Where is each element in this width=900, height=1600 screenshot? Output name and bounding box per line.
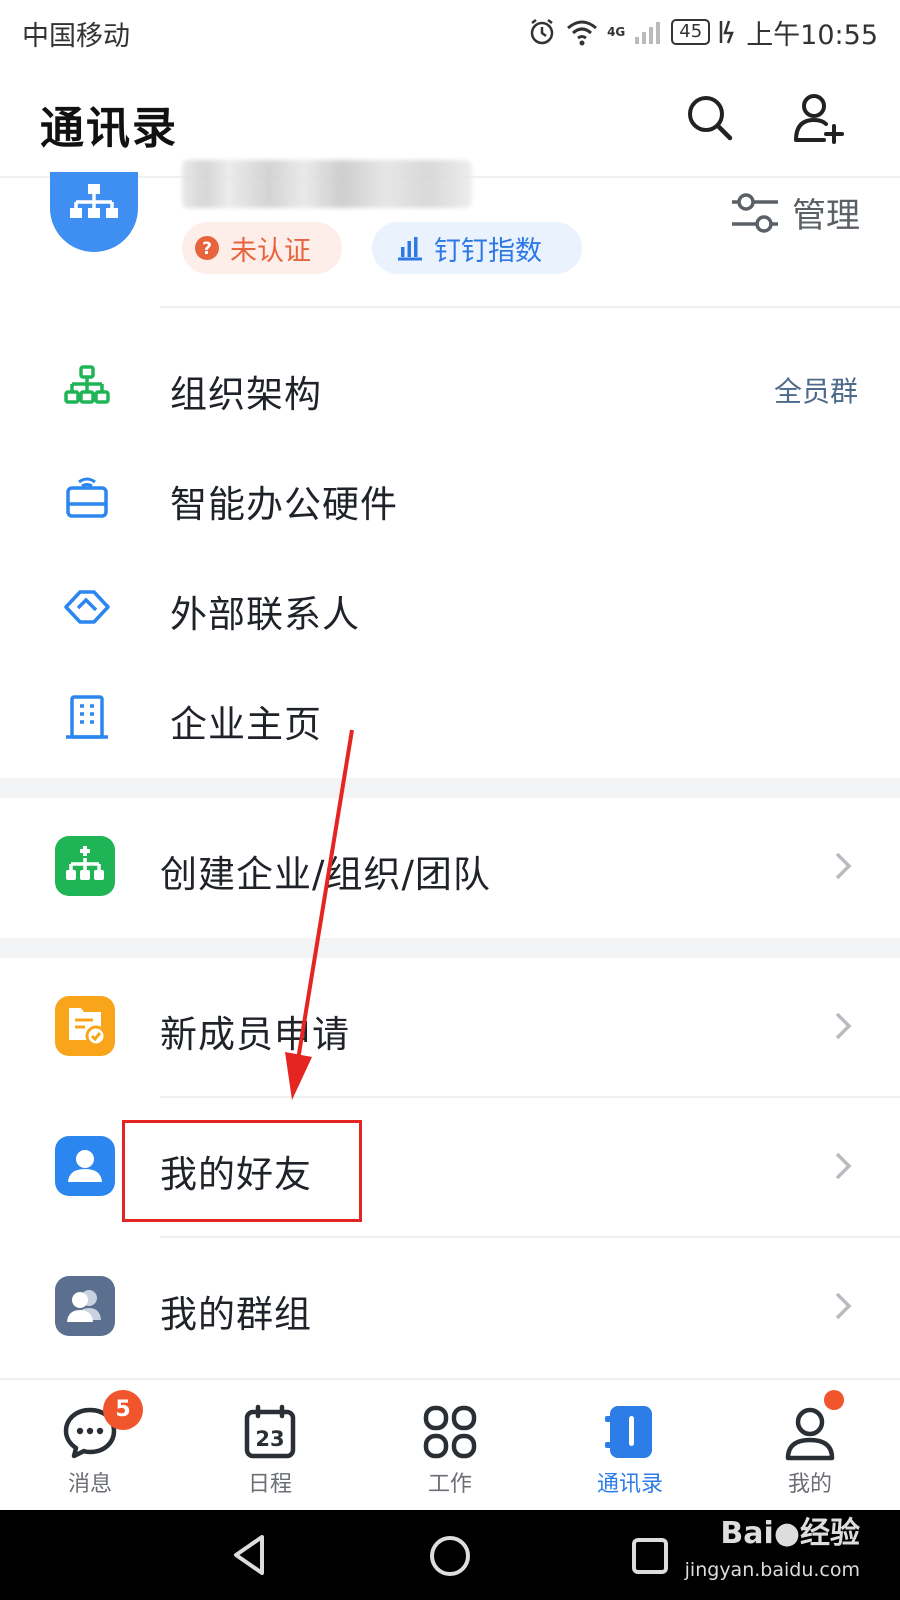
- member-apply-row[interactable]: 新成员申请: [0, 958, 900, 1096]
- recent-apps-icon[interactable]: [630, 1536, 670, 1576]
- menu-item-label: 智能办公硬件: [170, 483, 398, 526]
- building-icon: [66, 695, 108, 739]
- org-tree-icon: [64, 365, 110, 404]
- card-divider: [160, 306, 900, 308]
- tab-label: 工作: [427, 1472, 472, 1497]
- search-button[interactable]: [682, 90, 738, 146]
- friend-icon: [55, 1136, 115, 1196]
- home-icon[interactable]: [428, 1534, 472, 1578]
- group-icon: [55, 1276, 115, 1336]
- create-org-label: 创建企业/组织/团队: [160, 853, 491, 896]
- unverified-badge[interactable]: ? 未认证: [182, 222, 342, 274]
- watermark-url: jingyan.baidu.com: [684, 1559, 860, 1581]
- menu-item-smart-hardware[interactable]: 智能办公硬件: [0, 442, 900, 552]
- manage-button[interactable]: 管理: [730, 188, 860, 237]
- battery-level: 45: [671, 19, 711, 45]
- tab-messages[interactable]: 5 消息: [0, 1380, 180, 1512]
- org-hierarchy-icon: [70, 184, 118, 218]
- svg-text:?: ?: [202, 239, 212, 259]
- dingtalk-index-label: 钉钉指数: [434, 235, 542, 267]
- all-members-group-link[interactable]: 全员群: [774, 370, 858, 410]
- page-title: 通讯录: [40, 103, 178, 154]
- calendar-day: 23: [255, 1427, 284, 1451]
- add-contact-icon: [794, 94, 844, 144]
- manage-label: 管理: [792, 196, 860, 236]
- bar-chart-icon: [398, 237, 422, 261]
- chevron-right-icon: [835, 1012, 852, 1040]
- watermark-suffix: 经验: [800, 1516, 860, 1551]
- back-icon[interactable]: [228, 1532, 270, 1578]
- network-type: 4G: [607, 25, 626, 39]
- add-contact-button[interactable]: [790, 90, 846, 146]
- bottom-tab-bar: 5 消息 23 日程 工作 通讯录 我的: [0, 1378, 900, 1512]
- menu-item-external-contacts[interactable]: 外部联系人: [0, 552, 900, 662]
- baidu-watermark: Bai●经验 jingyan.baidu.com: [685, 1516, 860, 1588]
- tab-label: 我的: [787, 1472, 832, 1497]
- member-apply-icon: [55, 996, 115, 1056]
- dingtalk-index-badge[interactable]: 钉钉指数: [372, 222, 582, 274]
- chevron-right-icon: [835, 852, 852, 880]
- tab-work[interactable]: 工作: [360, 1380, 540, 1512]
- watermark-brand: Bai: [720, 1516, 774, 1551]
- org-avatar[interactable]: [50, 172, 138, 252]
- section-separator: [0, 938, 900, 958]
- calendar-icon: 23: [244, 1404, 296, 1459]
- paw-icon: ●: [773, 1516, 800, 1551]
- handshake-icon: [64, 590, 110, 624]
- my-groups-row[interactable]: 我的群组: [0, 1238, 900, 1376]
- notification-dot: [824, 1390, 844, 1410]
- tab-label: 消息: [67, 1472, 112, 1497]
- tab-label: 通讯录: [596, 1472, 663, 1497]
- question-icon: ?: [195, 236, 219, 260]
- create-org-icon: [55, 836, 115, 896]
- wifi-icon: [567, 20, 598, 46]
- tab-profile[interactable]: 我的: [720, 1380, 900, 1512]
- chevron-right-icon: [835, 1292, 852, 1320]
- tab-calendar[interactable]: 23 日程: [180, 1380, 360, 1512]
- menu-item-label: 组织架构: [170, 373, 322, 416]
- profile-icon: [785, 1407, 835, 1461]
- tab-label: 日程: [247, 1472, 292, 1497]
- status-icons: 4G 45 上午10:55: [527, 12, 878, 52]
- menu-item-company-homepage[interactable]: 企业主页: [0, 662, 900, 772]
- menu-item-org-structure[interactable]: 组织架构 全员群: [0, 332, 900, 442]
- tab-contacts[interactable]: 通讯录: [540, 1380, 720, 1512]
- signal-icon: [635, 22, 661, 44]
- settings-sliders-icon: [732, 192, 778, 233]
- my-groups-label: 我的群组: [160, 1293, 312, 1336]
- org-name-blurred: [182, 160, 472, 208]
- clock: 上午10:55: [746, 19, 878, 51]
- unverified-label: 未认证: [230, 235, 311, 267]
- status-bar: 中国移动 4G 45 上午10:55: [0, 0, 900, 64]
- apps-grid-icon: [423, 1405, 477, 1459]
- highlight-box-annotation: [122, 1120, 362, 1222]
- chevron-right-icon: [835, 1152, 852, 1180]
- member-apply-label: 新成员申请: [160, 1013, 350, 1056]
- charging-icon: [719, 20, 735, 44]
- menu-item-label: 外部联系人: [170, 593, 360, 636]
- alarm-icon: [530, 19, 554, 45]
- system-nav-bar: Bai●经验 jingyan.baidu.com: [0, 1510, 900, 1600]
- section-separator: [0, 778, 900, 798]
- carrier-name: 中国移动: [22, 21, 130, 52]
- contacts-icon: [605, 1406, 652, 1458]
- menu-item-label: 企业主页: [170, 703, 322, 746]
- create-org-row[interactable]: 创建企业/组织/团队: [0, 798, 900, 936]
- unread-badge: 5: [103, 1390, 143, 1430]
- search-icon: [688, 96, 733, 141]
- hardware-icon: [66, 477, 108, 518]
